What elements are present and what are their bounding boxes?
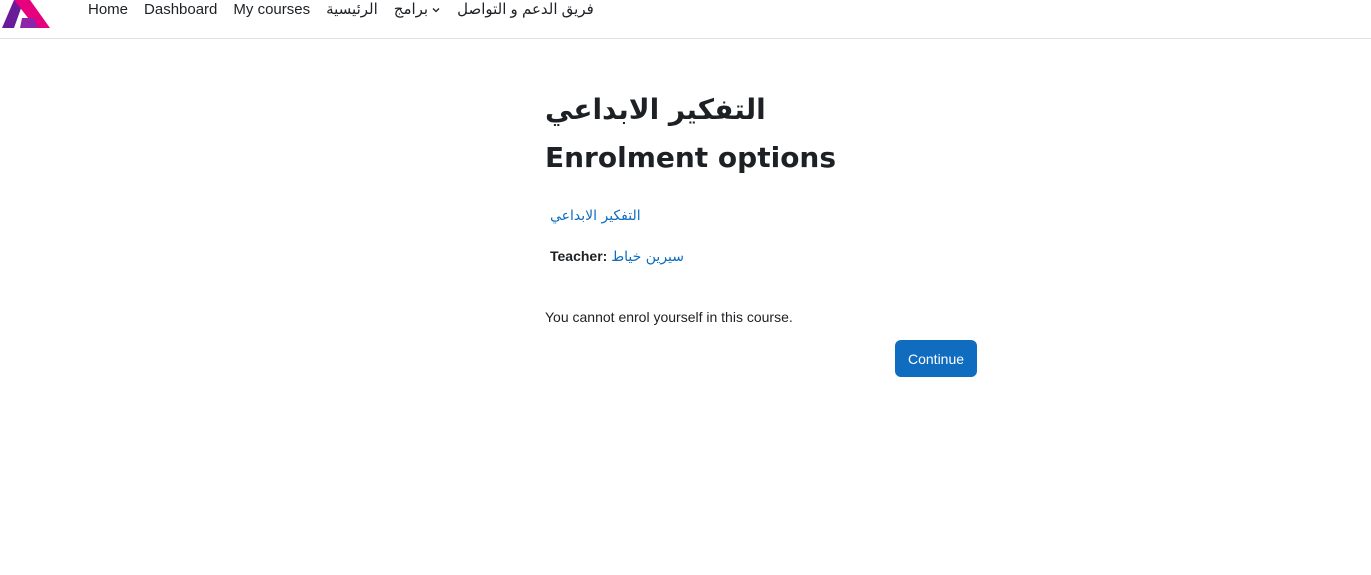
nav-my-courses[interactable]: My courses bbox=[233, 1, 310, 19]
top-navbar: Home Dashboard My courses الرئيسية برامج… bbox=[0, 0, 1371, 39]
course-heading: التفكير الابداعي bbox=[545, 93, 766, 126]
teacher-name-link[interactable]: سيرين خياط bbox=[611, 249, 684, 265]
course-info-box: التفكير الابداعي Teacher: سيرين خياط bbox=[545, 206, 985, 267]
nav-programs-label: برامج bbox=[393, 1, 429, 18]
chevron-down-icon bbox=[432, 8, 440, 13]
continue-button[interactable]: Continue bbox=[895, 340, 978, 377]
action-row: Continue bbox=[895, 340, 978, 377]
enrolment-notice: You cannot enrol yourself in this course… bbox=[545, 309, 793, 325]
nav-home-arabic[interactable]: الرئيسية bbox=[326, 1, 378, 19]
site-logo[interactable] bbox=[0, 0, 52, 28]
course-name-link[interactable]: التفكير الابداعي bbox=[550, 206, 641, 226]
page-title: Enrolment options bbox=[545, 141, 837, 174]
nav-programs-dropdown[interactable]: برامج bbox=[394, 1, 441, 19]
primary-navigation: Home Dashboard My courses الرئيسية برامج… bbox=[88, 0, 610, 20]
main-content: التفكير الابداعي Enrolment options التفك… bbox=[545, 88, 985, 327]
nav-home[interactable]: Home bbox=[88, 1, 128, 19]
nav-dashboard[interactable]: Dashboard bbox=[144, 1, 217, 19]
teacher-label: Teacher: bbox=[550, 248, 608, 264]
teacher-contact: Teacher: سيرين خياط bbox=[550, 246, 985, 267]
nav-support-team[interactable]: فريق الدعم و التواصل bbox=[457, 1, 594, 19]
